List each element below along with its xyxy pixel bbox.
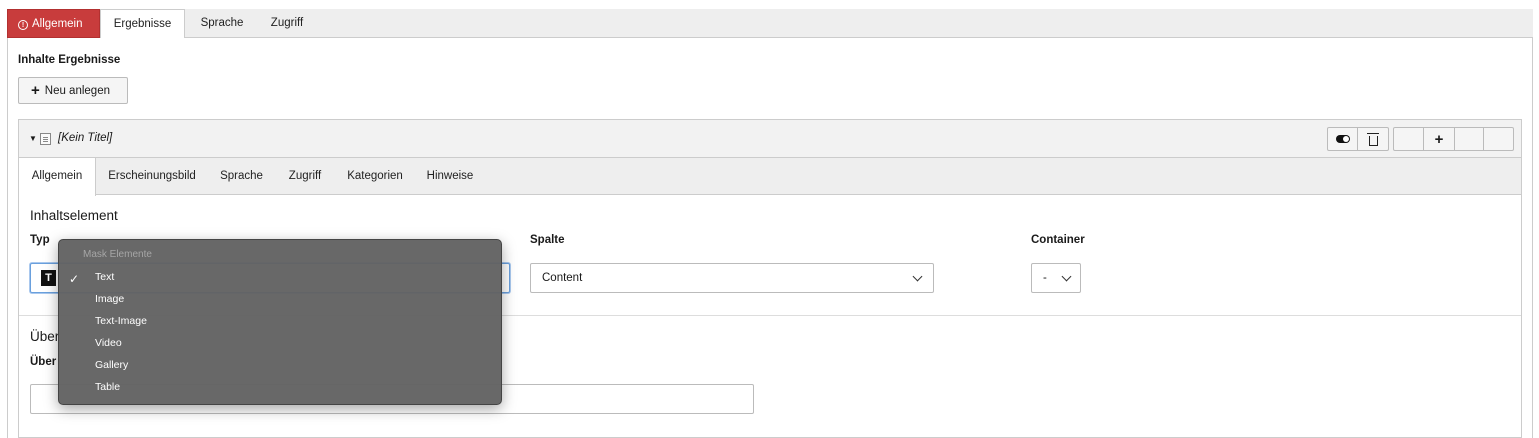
tab-allgemein[interactable]: ! Allgemein	[7, 9, 100, 38]
tab-ergebnisse[interactable]: Ergebnisse	[100, 9, 185, 39]
dropdown-group-label: Mask Elemente	[83, 249, 152, 260]
section-title: Inhalte Ergebnisse	[18, 54, 121, 66]
container-value: -	[1043, 272, 1047, 284]
record-tab-sprache[interactable]: Sprache	[208, 158, 275, 195]
record-tab-kategorien[interactable]: Kategorien	[335, 158, 415, 195]
plus-icon: +	[31, 82, 40, 99]
dropdown-option-image[interactable]: Image	[95, 290, 124, 308]
fieldset2-title: Über	[30, 329, 60, 344]
record-tab-erscheinungsbild[interactable]: Erscheinungsbild	[96, 158, 208, 195]
tab-label: Zugriff	[270, 17, 304, 29]
tab-label: Allgemein	[32, 18, 83, 30]
new-button-label: Neu anlegen	[44, 85, 110, 97]
sort-controls: +	[1393, 127, 1514, 151]
tab-label: Ergebnisse	[113, 18, 172, 30]
fieldset-title: Inhaltselement	[30, 208, 118, 223]
hide-toggle-button[interactable]	[1328, 128, 1358, 150]
drag-handle[interactable]	[1484, 128, 1513, 150]
error-icon: !	[18, 20, 28, 30]
add-after-button[interactable]: +	[1424, 128, 1455, 150]
record-header[interactable]: ▼ [Kein Titel] +	[19, 120, 1521, 158]
text-type-icon: T	[41, 270, 56, 286]
record-tab-hinweise[interactable]: Hinweise	[415, 158, 485, 195]
field2-label: Über	[30, 356, 57, 368]
record-tab-allgemein[interactable]: Allgemein	[19, 158, 96, 196]
container-label: Container	[1031, 234, 1085, 246]
tab-label: Sprache	[200, 17, 244, 29]
new-record-button[interactable]: + Neu anlegen	[18, 77, 128, 104]
dropdown-option-video[interactable]: Video	[95, 334, 122, 352]
typ-dropdown-menu: Mask Elemente ✓ Text Image Text-Image Vi…	[58, 239, 502, 405]
plus-icon: +	[1434, 130, 1444, 148]
record-tab-zugriff[interactable]: Zugriff	[275, 158, 335, 195]
record-controls	[1327, 127, 1389, 151]
trash-icon	[1366, 132, 1379, 146]
dropdown-option-text-image[interactable]: Text-Image	[95, 312, 147, 330]
record-tab-bar: Allgemein Erscheinungsbild Sprache Zugri…	[19, 158, 1521, 196]
content-element-icon	[40, 133, 51, 145]
chevron-down-icon	[912, 271, 923, 282]
checkmark-icon: ✓	[69, 272, 80, 286]
dropdown-option-text[interactable]: Text	[95, 268, 114, 286]
spalte-value: Content	[542, 272, 583, 284]
record-title: [Kein Titel]	[58, 132, 113, 144]
move-down-button[interactable]	[1455, 128, 1484, 150]
chevron-down-icon	[1061, 271, 1072, 282]
tab-sprache[interactable]: Sprache	[187, 9, 257, 38]
tab-zugriff[interactable]: Zugriff	[257, 9, 317, 38]
top-tab-bar: ! Allgemein Ergebnisse Sprache Zugriff	[7, 9, 1533, 39]
caret-down-icon[interactable]: ▼	[29, 134, 37, 143]
move-up-button[interactable]	[1394, 128, 1424, 150]
dropdown-option-gallery[interactable]: Gallery	[95, 356, 128, 374]
typ-label: Typ	[30, 234, 50, 246]
container-select[interactable]: -	[1031, 263, 1081, 293]
toggle-icon	[1335, 135, 1350, 143]
delete-button[interactable]	[1358, 128, 1388, 150]
dropdown-option-table[interactable]: Table	[95, 378, 120, 396]
spalte-select[interactable]: Content	[530, 263, 934, 293]
spalte-label: Spalte	[530, 234, 565, 246]
